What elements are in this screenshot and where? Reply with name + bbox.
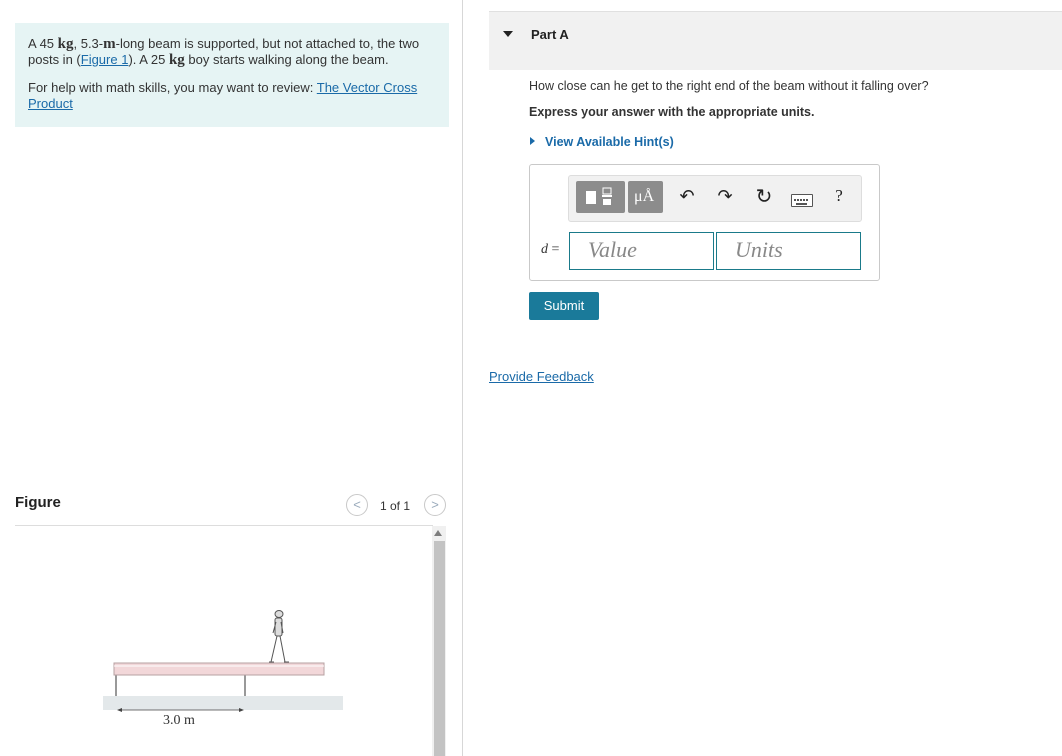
view-hints-link[interactable]: View Available Hint(s) xyxy=(545,135,674,149)
unit-m: m xyxy=(103,36,116,52)
ground xyxy=(103,696,343,710)
units-button[interactable]: μÅ xyxy=(628,181,663,213)
part-a-title[interactable]: Part A xyxy=(531,27,569,42)
redo-icon[interactable]: ↷ xyxy=(717,186,733,207)
figure-divider xyxy=(15,525,433,526)
variable-symbol: d xyxy=(541,242,548,257)
caret-right-icon[interactable] xyxy=(530,137,535,145)
left-post xyxy=(115,674,117,696)
unit-kg: kg xyxy=(168,52,185,68)
figure-pager: 1 of 1 xyxy=(380,499,411,513)
figure-next-button[interactable]: > xyxy=(424,494,446,516)
problem-text-part: boy starts walking along the beam. xyxy=(184,52,389,67)
keyboard-icon[interactable] xyxy=(791,194,813,207)
problem-text-part: A 45 xyxy=(28,36,58,51)
problem-text-part: , 5.3- xyxy=(73,36,104,51)
panel-divider xyxy=(462,0,463,756)
figure-link[interactable]: Figure 1 xyxy=(81,52,129,67)
help-text-label: For help with math skills, you may want … xyxy=(28,80,317,95)
help-text: For help with math skills, you may want … xyxy=(28,80,435,112)
left-panel: A 45 kg, 5.3-m-long beam is supported, b… xyxy=(0,0,462,756)
problem-statement: A 45 kg, 5.3-m-long beam is supported, b… xyxy=(15,23,449,127)
figure-prev-button[interactable]: < xyxy=(346,494,368,516)
beam-figure: 3.0 m xyxy=(103,610,343,728)
units-input[interactable]: Units xyxy=(716,232,861,270)
part-a-header[interactable] xyxy=(489,11,1062,70)
variable-label: d = xyxy=(541,242,559,258)
templates-icon xyxy=(586,187,612,205)
instruction-text: Express your answer with the appropriate… xyxy=(529,105,815,119)
reset-icon[interactable]: ↻ xyxy=(755,184,773,209)
caret-down-icon[interactable] xyxy=(503,31,513,37)
boy-icon xyxy=(269,610,289,663)
right-post xyxy=(244,674,246,696)
question-text: How close can he get to the right end of… xyxy=(529,79,929,93)
chevron-left-icon: < xyxy=(353,497,361,512)
mu-angstrom-icon: μÅ xyxy=(634,188,655,205)
submit-button[interactable]: Submit xyxy=(529,292,599,320)
keyboard-keys xyxy=(794,199,808,205)
problem-text: A 45 kg, 5.3-m-long beam is supported, b… xyxy=(28,36,435,68)
value-input[interactable]: Value xyxy=(569,232,714,270)
equals-sign: = xyxy=(548,242,560,257)
provide-feedback-link[interactable]: Provide Feedback xyxy=(489,369,594,384)
dimension-label: 3.0 m xyxy=(163,713,195,728)
templates-button[interactable] xyxy=(576,181,625,213)
chevron-right-icon: > xyxy=(431,497,439,512)
undo-icon[interactable]: ↶ xyxy=(679,186,695,207)
scroll-up-icon[interactable] xyxy=(434,530,442,536)
scroll-thumb[interactable] xyxy=(434,541,445,756)
problem-text-part: ). A 25 xyxy=(128,52,169,67)
beam xyxy=(113,662,325,676)
help-icon[interactable]: ? xyxy=(832,186,846,206)
figure-title: Figure xyxy=(15,494,61,511)
unit-kg: kg xyxy=(57,36,74,52)
